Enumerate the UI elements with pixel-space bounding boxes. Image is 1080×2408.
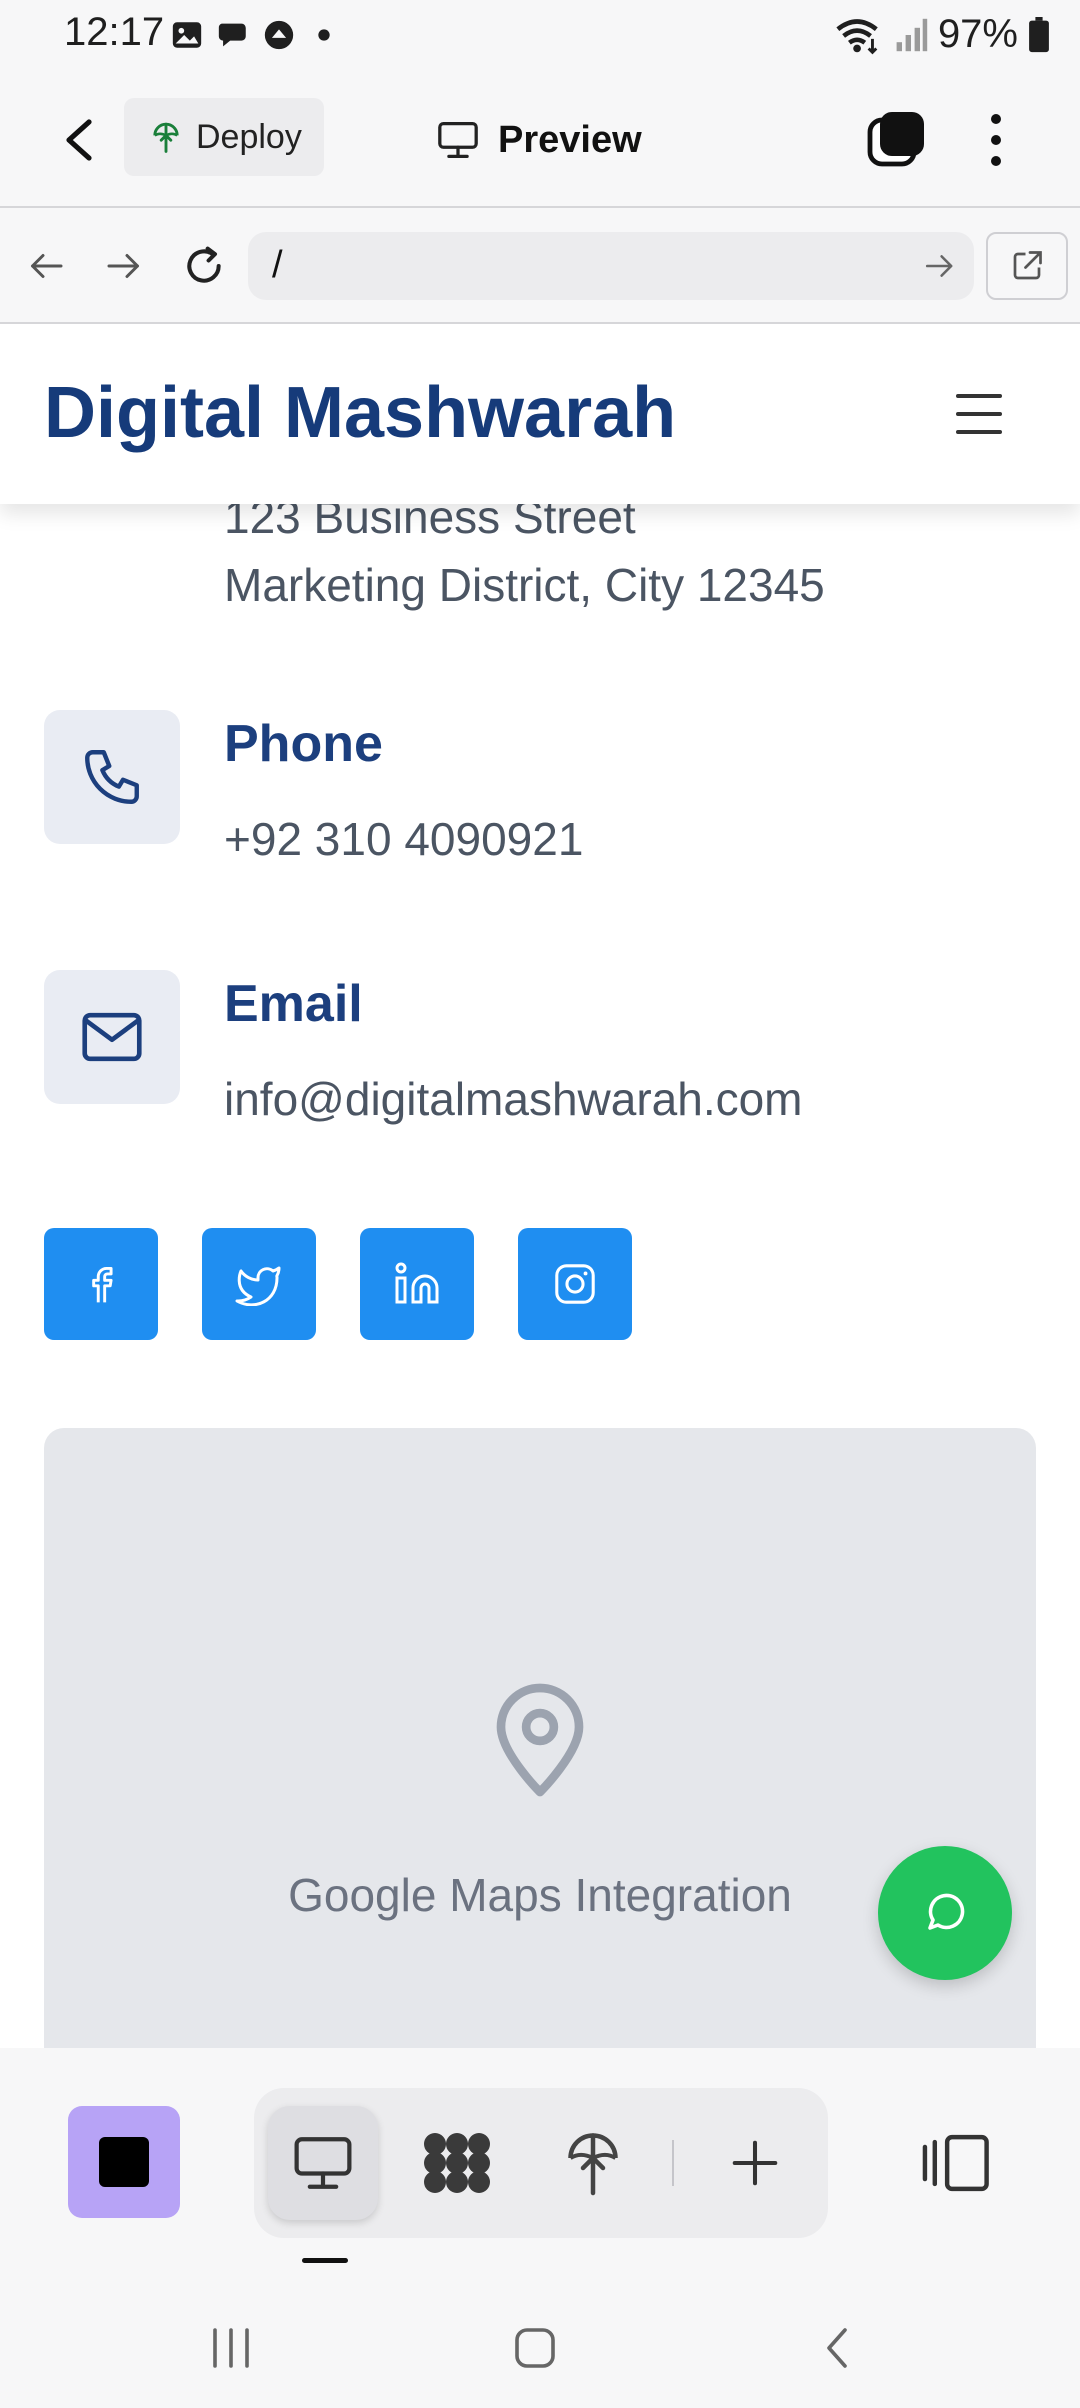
- phone-icon: [85, 750, 139, 804]
- url-bar: /: [0, 208, 1080, 324]
- bottom-toolbar: [0, 2048, 1080, 2288]
- phone-icon-tile: [44, 710, 180, 844]
- instagram-button[interactable]: [518, 1228, 632, 1340]
- chat-bubble-icon: [218, 23, 246, 47]
- hamburger-icon: [956, 394, 1002, 398]
- hamburger-icon: [956, 430, 1002, 434]
- twitter-icon: [235, 1266, 281, 1306]
- instagram-icon: [555, 1264, 595, 1304]
- map-placeholder[interactable]: Google Maps Integration: [44, 1428, 1036, 2048]
- home-button[interactable]: [500, 2318, 570, 2378]
- deploy-tree-icon: [568, 2133, 618, 2196]
- more-options-button[interactable]: [968, 108, 1024, 172]
- mail-icon: [82, 1012, 142, 1062]
- open-external-icon: [1013, 251, 1042, 280]
- web-preview[interactable]: Digital Mashwarah 123 Business Street Ma…: [0, 324, 1080, 2048]
- map-pin-icon: [496, 1683, 584, 1797]
- more-vertical-icon: [991, 156, 1001, 167]
- go-arrow-icon[interactable]: [924, 246, 956, 286]
- chat-fab-button[interactable]: [878, 1846, 1012, 1980]
- facebook-button[interactable]: [44, 1228, 158, 1340]
- upload-icon: [264, 20, 294, 50]
- email-heading: Email: [224, 975, 363, 1033]
- image-icon: [172, 22, 202, 48]
- dot-icon: [318, 29, 330, 41]
- monitor-icon: [438, 121, 478, 158]
- side-panel-icon: [922, 2134, 989, 2192]
- deploy-label: Deploy: [196, 117, 302, 156]
- signal-icon: [896, 18, 928, 51]
- more-vertical-icon: [991, 113, 1001, 124]
- phone-number[interactable]: +92 310 4090921: [224, 812, 583, 866]
- tabs-button[interactable]: [866, 108, 928, 170]
- email-address[interactable]: info@digitalmashwarah.com: [224, 1072, 803, 1126]
- nav-back-button[interactable]: [18, 238, 74, 294]
- desktop-mode-button[interactable]: [268, 2106, 378, 2220]
- nav-forward-button[interactable]: [96, 238, 152, 294]
- more-vertical-icon: [991, 134, 1001, 145]
- system-back-icon: [827, 2328, 847, 2368]
- battery-percentage: 97%: [937, 12, 1018, 56]
- back-arrow-icon: [66, 119, 92, 161]
- deploy-mode-button[interactable]: [548, 2118, 638, 2208]
- twitter-button[interactable]: [202, 1228, 316, 1340]
- back-icon: [31, 254, 63, 278]
- recents-icon: [213, 2328, 249, 2368]
- chat-icon: [928, 1893, 965, 1930]
- system-navigation-bar: [0, 2288, 1080, 2408]
- forward-icon: [107, 254, 139, 278]
- divider: [672, 2140, 674, 2186]
- components-mode-button[interactable]: [412, 2118, 502, 2208]
- site-header: Digital Mashwarah: [0, 324, 1080, 504]
- url-field[interactable]: /: [248, 232, 974, 300]
- preview-label: Preview: [498, 118, 642, 161]
- battery-icon: [1029, 16, 1049, 52]
- desktop-icon: [294, 2137, 352, 2189]
- hamburger-icon: [956, 412, 1002, 416]
- plus-icon: [732, 2140, 778, 2186]
- blob-grid-icon: [424, 2133, 490, 2193]
- stop-square-icon: [99, 2137, 149, 2187]
- menu-button[interactable]: [956, 394, 1002, 434]
- reload-button[interactable]: [176, 238, 232, 294]
- site-title[interactable]: Digital Mashwarah: [44, 372, 676, 454]
- mode-selector: [254, 2088, 828, 2238]
- recents-button[interactable]: [196, 2318, 266, 2378]
- active-mode-indicator: [302, 2258, 348, 2263]
- back-button[interactable]: [50, 110, 110, 170]
- add-button[interactable]: [710, 2118, 800, 2208]
- address-line-2: Marketing District, City 12345: [224, 559, 825, 611]
- phone-heading: Phone: [224, 715, 383, 773]
- reload-icon: [187, 246, 221, 283]
- facebook-icon: [92, 1266, 113, 1303]
- deploy-button[interactable]: Deploy: [124, 98, 324, 176]
- status-bar: 12:17 97%: [0, 0, 1080, 72]
- wifi-icon: [836, 18, 878, 54]
- open-external-button[interactable]: [986, 232, 1068, 300]
- linkedin-button[interactable]: [360, 1228, 474, 1340]
- email-icon-tile: [44, 970, 180, 1104]
- system-back-button[interactable]: [802, 2318, 872, 2378]
- deploy-icon: [153, 122, 179, 153]
- status-time: 12:17: [64, 10, 165, 54]
- panel-toggle-button[interactable]: [920, 2128, 994, 2198]
- app-toolbar: Deploy Preview: [0, 72, 1080, 208]
- tabs-icon: [867, 112, 924, 167]
- app-switch-button[interactable]: [68, 2106, 180, 2218]
- preview-selector[interactable]: Preview: [436, 108, 642, 172]
- home-icon: [515, 2328, 555, 2368]
- linkedin-icon: [395, 1262, 439, 1304]
- url-text: /: [272, 244, 283, 286]
